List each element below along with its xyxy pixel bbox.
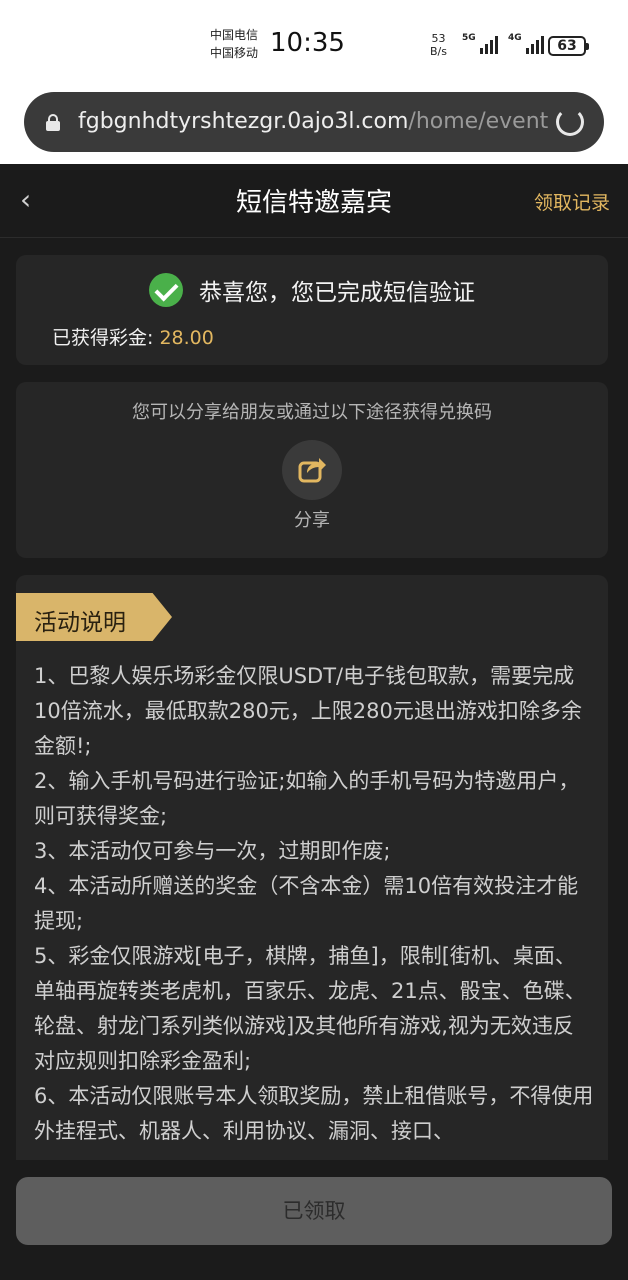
rule-item: 5、彩金仅限游戏[电子，棋牌，捕鱼]，限制[街机、桌面、单轴再旋转类老虎机，百家… <box>34 944 586 1073</box>
bottom-bar: 已领取 <box>0 1160 628 1280</box>
share-icon <box>298 458 326 483</box>
url-text[interactable]: fgbgnhdtyrshtezgr.0ajo3l.com/home/event <box>78 109 548 134</box>
bonus-amount: 28.00 <box>159 327 214 349</box>
success-message: 恭喜您，您已完成短信验证 <box>199 280 475 306</box>
verification-card: 恭喜您，您已完成短信验证 已获得彩金: 28.00 <box>16 255 608 365</box>
bonus-label: 已获得彩金: <box>52 327 154 349</box>
rule-item: 6、本活动仅限账号本人领取奖励，禁止租借账号，不得使用外挂程式、机器人、利用协议… <box>34 1084 594 1143</box>
share-button[interactable] <box>282 440 342 500</box>
signal-5g-label: 5G <box>462 33 476 43</box>
page-header: ‹ 短信特邀嘉宾 领取记录 <box>0 164 628 238</box>
rule-item: 4、本活动所赠送的奖金（不含本金）需10倍有效投注才能提现; <box>34 874 579 933</box>
status-bar: 中国电信 中国移动 10:35 53 B/s 5G 4G 63 <box>0 0 628 84</box>
rules-list: 1、巴黎人娱乐场彩金仅限USDT/电子钱包取款，需要完成10倍流水，最低取款28… <box>34 659 594 1149</box>
battery-icon: 63 <box>548 36 589 56</box>
success-message-row: 恭喜您，您已完成短信验证 <box>16 273 608 307</box>
lock-icon <box>46 114 60 131</box>
address-bar[interactable]: fgbgnhdtyrshtezgr.0ajo3l.com/home/event <box>24 92 604 152</box>
carrier-2: 中国移动 <box>210 46 259 60</box>
reload-icon[interactable] <box>556 108 584 136</box>
rule-item: 3、本活动仅可参与一次，过期即作废; <box>34 839 391 863</box>
rule-item: 1、巴黎人娱乐场彩金仅限USDT/电子钱包取款，需要完成10倍流水，最低取款28… <box>34 664 582 758</box>
share-tip: 您可以分享给朋友或通过以下途径获得兑换码 <box>132 402 492 423</box>
url-path: /home/event <box>408 109 549 134</box>
bonus-info: 已获得彩金: 28.00 <box>52 323 214 350</box>
signal-4g-label: 4G <box>508 33 522 43</box>
share-label: 分享 <box>294 510 330 531</box>
network-speed-unit: B/s <box>430 45 447 58</box>
network-speed-value: 53 <box>431 32 446 45</box>
url-host: fgbgnhdtyrshtezgr.0ajo3l.com <box>78 109 409 134</box>
carrier-info: 中国电信 中国移动 <box>210 26 258 62</box>
network-speed: 53 B/s <box>430 32 447 58</box>
signal-4g-icon: 4G <box>508 34 544 54</box>
check-icon <box>149 273 183 307</box>
signal-5g-icon: 5G <box>462 34 498 54</box>
rules-heading: 活动说明 <box>34 610 126 636</box>
claimed-button[interactable]: 已领取 <box>16 1177 612 1245</box>
rules-ribbon: 活动说明 <box>16 593 172 641</box>
browser-toolbar: fgbgnhdtyrshtezgr.0ajo3l.com/home/event <box>0 84 628 164</box>
carrier-1: 中国电信 <box>210 28 259 42</box>
rule-item: 2、输入手机号码进行验证;如输入的手机号码为特邀用户，则可获得奖金; <box>34 769 580 828</box>
share-card: 您可以分享给朋友或通过以下途径获得兑换码 分享 <box>16 382 608 558</box>
claim-records-link[interactable]: 领取记录 <box>534 188 610 215</box>
rules-card: 活动说明 1、巴黎人娱乐场彩金仅限USDT/电子钱包取款，需要完成10倍流水，最… <box>16 575 608 1175</box>
status-time: 10:35 <box>270 28 345 58</box>
